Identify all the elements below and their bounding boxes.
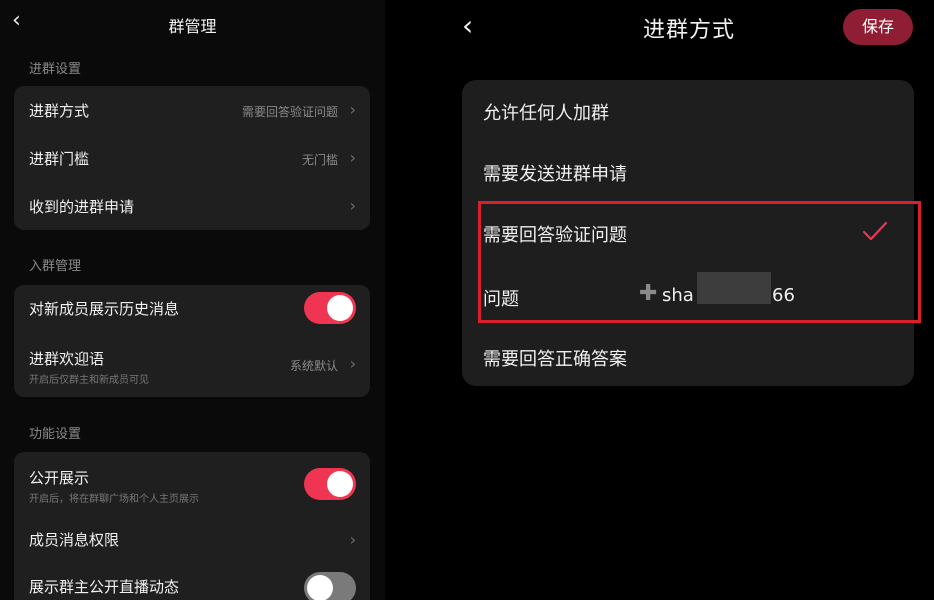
- option-correct-answer[interactable]: 需要回答正确答案: [462, 326, 914, 386]
- row-value: 需要回答验证问题: [241, 105, 338, 119]
- page-title: 群管理: [168, 17, 217, 36]
- row-label: 对新成员展示历史消息: [29, 300, 180, 318]
- row-show-history: 对新成员展示历史消息: [14, 285, 370, 333]
- toggle-knob: [327, 471, 353, 497]
- row-show-owner-live: 展示群主公开直播动态: [14, 564, 370, 600]
- row-value: 无门槛: [301, 153, 338, 167]
- group-management-panel: ‹ 群管理 进群设置 进群方式 需要回答验证问题 › 进群门槛 无门槛 › 收到…: [0, 0, 385, 600]
- chevron-right-icon: ›: [349, 354, 356, 373]
- section-title-join-settings: 进群设置: [29, 62, 82, 77]
- option-label: 需要发送进群申请: [483, 164, 627, 185]
- chevron-right-icon: ›: [349, 196, 356, 215]
- save-button[interactable]: 保存: [843, 9, 913, 45]
- row-join-method[interactable]: 进群方式 需要回答验证问题 ›: [14, 86, 370, 134]
- row-member-message-permission[interactable]: 成员消息权限 ›: [14, 514, 370, 562]
- member-management-card: 对新成员展示历史消息 进群欢迎语 开启后仅群主和新成员可见 系统默认 ›: [14, 285, 370, 397]
- row-label: 进群门槛: [29, 150, 90, 168]
- row-label: 进群欢迎语: [29, 350, 105, 368]
- toggle-knob: [327, 295, 353, 321]
- option-label: 允许任何人加群: [483, 103, 609, 124]
- panel-divider: [385, 0, 444, 600]
- features-card: 公开展示 开启后，将在群聊广场和个人主页展示 成员消息权限 › 展示群主公开直播…: [14, 452, 370, 600]
- chevron-right-icon: ›: [349, 100, 356, 119]
- toggle-public-display[interactable]: [304, 468, 356, 500]
- option-send-request[interactable]: 需要发送进群申请: [462, 141, 914, 201]
- row-welcome-message[interactable]: 进群欢迎语 开启后仅群主和新成员可见 系统默认 ›: [14, 337, 370, 397]
- row-subtitle: 开启后，将在群聊广场和个人主页展示: [29, 494, 199, 505]
- row-public-display: 公开展示 开启后，将在群聊广场和个人主页展示: [14, 452, 370, 514]
- row-label: 成员消息权限: [29, 531, 120, 549]
- row-value: 系统默认: [289, 359, 338, 373]
- row-label: 收到的进群申请: [29, 198, 135, 216]
- row-join-threshold[interactable]: 进群门槛 无门槛 ›: [14, 134, 370, 182]
- toggle-show-owner-live[interactable]: [304, 572, 356, 600]
- highlight-box: [478, 201, 921, 323]
- toggle-show-history[interactable]: [304, 292, 356, 324]
- row-received-requests[interactable]: 收到的进群申请 ›: [14, 182, 370, 230]
- option-allow-anyone[interactable]: 允许任何人加群: [462, 80, 914, 140]
- row-label: 进群方式: [29, 102, 90, 120]
- chevron-right-icon: ›: [349, 148, 356, 167]
- section-title-features: 功能设置: [29, 427, 82, 442]
- left-header: ‹ 群管理: [0, 0, 385, 44]
- row-label: 公开展示: [29, 469, 90, 487]
- toggle-knob: [307, 575, 333, 600]
- option-label: 需要回答正确答案: [483, 349, 627, 370]
- join-settings-card: 进群方式 需要回答验证问题 › 进群门槛 无门槛 › 收到的进群申请 ›: [14, 86, 370, 230]
- row-subtitle: 开启后仅群主和新成员可见: [29, 375, 149, 386]
- row-label: 展示群主公开直播动态: [29, 578, 180, 596]
- section-title-member-management: 入群管理: [29, 259, 82, 274]
- chevron-right-icon: ›: [349, 530, 356, 549]
